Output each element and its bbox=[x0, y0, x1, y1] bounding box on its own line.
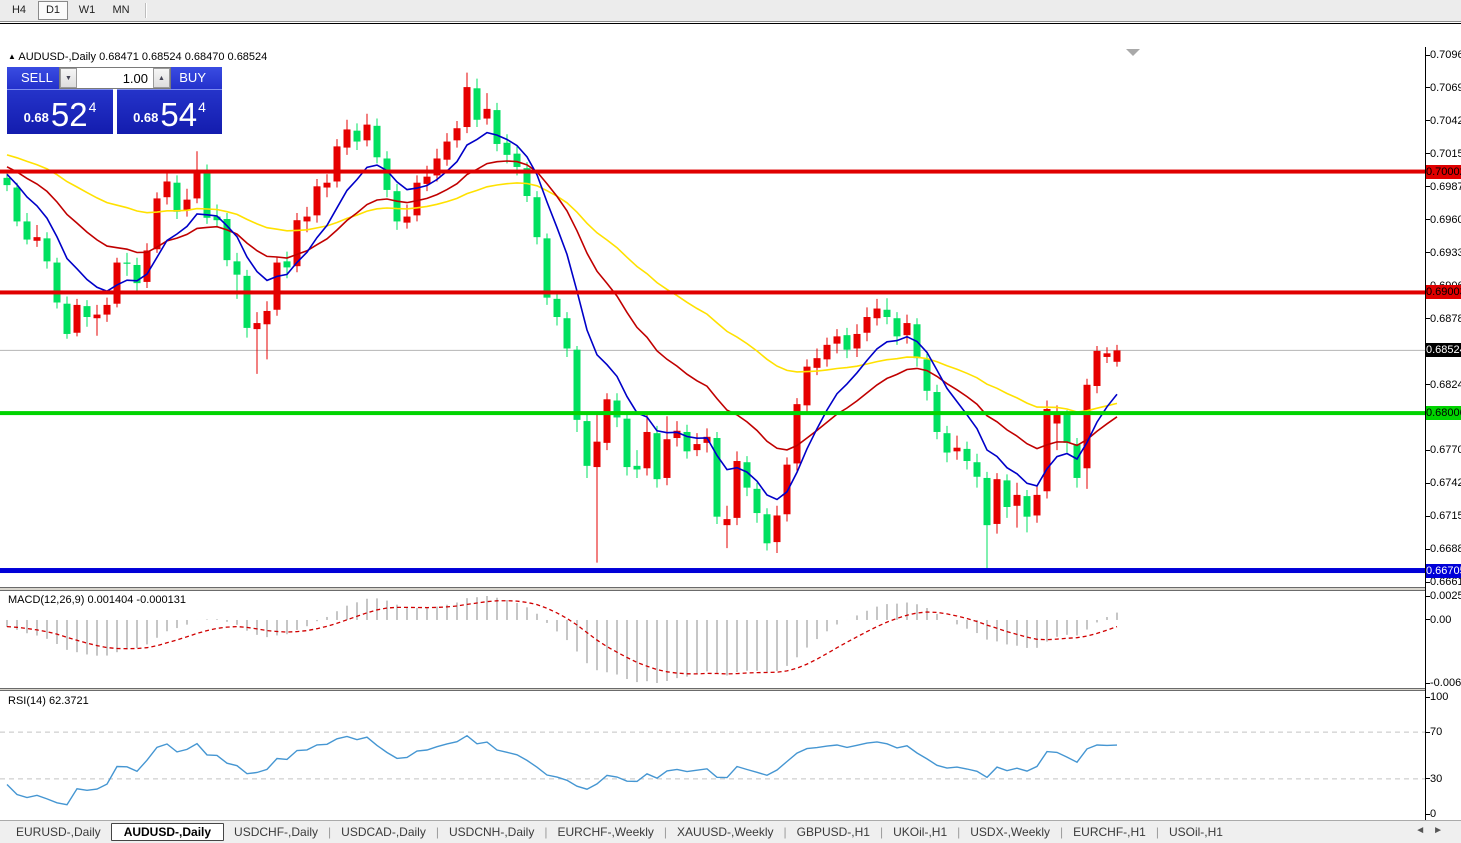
level-price-badge: 0.66705 bbox=[1426, 563, 1461, 578]
price-axis-tick-label: 0.68240 bbox=[1430, 378, 1461, 391]
price-axis-tick-label: 0.69875 bbox=[1430, 180, 1461, 193]
candles-layer bbox=[3, 72, 1121, 571]
timeframe-w1-button[interactable]: W1 bbox=[72, 1, 102, 20]
macd-signal-line bbox=[6, 600, 1118, 675]
macd-axis-tick-label: 0.00 bbox=[1430, 613, 1452, 626]
macd-header: MACD(12,26,9) 0.001404 -0.000131 bbox=[8, 594, 186, 606]
level-price-badge: 0.68006 bbox=[1426, 406, 1461, 421]
symbol-tab-eurchf-h1[interactable]: EURCHF-,H1 bbox=[1063, 823, 1156, 841]
chart-window: ▲ AUDUSD-,Daily 0.68471 0.68524 0.68470 … bbox=[0, 23, 1461, 843]
symbol-tab-usdchf-daily[interactable]: USDCHF-,Daily bbox=[224, 823, 328, 841]
symbol-tab-bar: EURUSD-,Daily AUDUSD-,Daily USDCHF-,Daily |… bbox=[0, 820, 1461, 843]
buy-price: 0.68 54 4 bbox=[117, 98, 222, 131]
price-axis-tick-label: 0.66880 bbox=[1430, 543, 1461, 556]
buy-button[interactable]: BUY bbox=[179, 70, 206, 85]
price-axis-tick-label: 0.70965 bbox=[1430, 49, 1461, 62]
macd-histogram bbox=[6, 596, 1118, 683]
symbol-tab-usdcnh-daily[interactable]: USDCNH-,Daily bbox=[439, 823, 544, 841]
buy-price-pips: 54 bbox=[160, 96, 198, 133]
symbol-tab-gbpusd-h1[interactable]: GBPUSD-,H1 bbox=[787, 823, 880, 841]
sell-price-point: 4 bbox=[88, 99, 97, 115]
horizontal-level-line-0.68006[interactable] bbox=[0, 411, 1425, 416]
symbol-tab-eurchf-weekly[interactable]: EURCHF-,Weekly bbox=[547, 823, 663, 841]
price-axis-tick-label: 0.66610 bbox=[1430, 576, 1461, 589]
sell-button[interactable]: SELL bbox=[21, 70, 53, 85]
rsi-axis-tick-label: 100 bbox=[1430, 691, 1449, 703]
chevron-down-icon: ▼ bbox=[65, 74, 72, 82]
symbol-tab-xauusd-weekly[interactable]: XAUUSD-,Weekly bbox=[667, 823, 783, 841]
price-axis-tick-label: 0.69330 bbox=[1430, 246, 1461, 259]
price-axis-tick-label: 0.70420 bbox=[1430, 114, 1461, 127]
tab-scroll-arrows: ◄► bbox=[1415, 825, 1451, 836]
chart-shift-marker-icon[interactable] bbox=[1126, 49, 1140, 56]
sell-price-prefix: 0.68 bbox=[23, 110, 49, 125]
toolbar-separator bbox=[145, 3, 147, 18]
symbol-tab-usdcad-daily[interactable]: USDCAD-,Daily bbox=[331, 823, 436, 841]
price-axis[interactable]: 0.70965 0.70695 0.70420 0.70150 0.69875 0.696… bbox=[1426, 47, 1461, 820]
timeframe-h4-button[interactable]: H4 bbox=[4, 1, 34, 20]
horizontal-level-line-0.66705[interactable] bbox=[0, 568, 1425, 574]
rsi-axis-tick-label: 0 bbox=[1430, 808, 1437, 820]
price-axis-tick-label: 0.69605 bbox=[1430, 213, 1461, 226]
sell-price: 0.68 52 4 bbox=[7, 98, 113, 131]
rsi-pane-canvas[interactable] bbox=[0, 691, 1425, 820]
macd-name-label: MACD(12,26,9) bbox=[8, 594, 85, 606]
macd-axis-tick-label: -0.006326 bbox=[1430, 677, 1461, 689]
macd-axis-tick-label: 0.002574 bbox=[1430, 590, 1461, 602]
rsi-name-label: RSI(14) bbox=[8, 695, 46, 707]
rsi-axis-tick-label: 30 bbox=[1430, 772, 1443, 785]
horizontal-level-line-0.70002[interactable] bbox=[0, 169, 1425, 174]
ohlc-values: 0.68471 0.68524 0.68470 0.68524 bbox=[99, 51, 268, 63]
rsi-value-label: 62.3721 bbox=[48, 695, 89, 707]
collapse-triangle-icon[interactable]: ▲ bbox=[8, 52, 16, 61]
price-axis-tick-label: 0.67155 bbox=[1430, 510, 1461, 523]
symbol-tab-usoil-h1[interactable]: USOil-,H1 bbox=[1159, 823, 1233, 841]
chart-title: ▲ AUDUSD-,Daily 0.68471 0.68524 0.68470 … bbox=[8, 51, 267, 63]
buy-price-point: 4 bbox=[198, 99, 206, 115]
current-price-badge: 0.68524 bbox=[1426, 343, 1461, 358]
rsi-header: RSI(14) 62.3721 bbox=[8, 695, 89, 707]
sell-price-pips: 52 bbox=[50, 96, 88, 133]
volume-increase-button[interactable]: ▲ bbox=[153, 68, 170, 88]
price-axis-tick-label: 0.67425 bbox=[1430, 477, 1461, 490]
timeframe-mn-button[interactable]: MN bbox=[106, 1, 136, 20]
rsi-axis-tick-label: 70 bbox=[1430, 726, 1443, 739]
horizontal-level-line-0.69003[interactable] bbox=[0, 290, 1425, 295]
timeframe-d1-button[interactable]: D1 bbox=[38, 1, 68, 20]
level-price-badge: 0.69003 bbox=[1426, 285, 1461, 300]
macd-values-label: 0.001404 -0.000131 bbox=[87, 594, 186, 606]
volume-stepper: ▼ ▲ bbox=[59, 67, 171, 89]
symbol-tab-usdx-weekly[interactable]: USDX-,Weekly bbox=[960, 823, 1060, 841]
rsi-line bbox=[6, 734, 1118, 806]
price-axis-tick-label: 0.68785 bbox=[1430, 312, 1461, 325]
macd-pane-canvas[interactable] bbox=[0, 591, 1425, 688]
volume-input[interactable] bbox=[77, 68, 153, 88]
trading-terminal: H4 D1 W1 MN ▲ AUDUSD-,Daily 0.68471 0.68… bbox=[0, 0, 1461, 843]
symbol-tab-ukoil-h1[interactable]: UKOil-,H1 bbox=[883, 823, 957, 841]
volume-decrease-button[interactable]: ▼ bbox=[60, 68, 77, 88]
tab-scroll-left-icon[interactable]: ◄ bbox=[1415, 825, 1433, 836]
price-axis-tick-label: 0.67700 bbox=[1430, 444, 1461, 457]
price-axis-tick-label: 0.70695 bbox=[1430, 81, 1461, 94]
chevron-up-icon: ▲ bbox=[158, 74, 165, 82]
level-price-badge: 0.70002 bbox=[1426, 164, 1461, 179]
one-click-trading-panel: SELL 0.68 52 4 BUY 0.68 54 4 ▼ ▲ bbox=[7, 67, 222, 134]
timeframe-toolbar: H4 D1 W1 MN bbox=[0, 0, 1461, 22]
buy-price-prefix: 0.68 bbox=[133, 110, 159, 125]
symbol-tab-audusd-daily[interactable]: AUDUSD-,Daily bbox=[110, 823, 225, 841]
symbol-period-label: AUDUSD-,Daily bbox=[18, 51, 96, 63]
symbol-tab-eurusd-daily[interactable]: EURUSD-,Daily bbox=[6, 823, 111, 841]
price-axis-tick-label: 0.70150 bbox=[1430, 147, 1461, 160]
tab-scroll-right-icon[interactable]: ► bbox=[1433, 825, 1451, 836]
